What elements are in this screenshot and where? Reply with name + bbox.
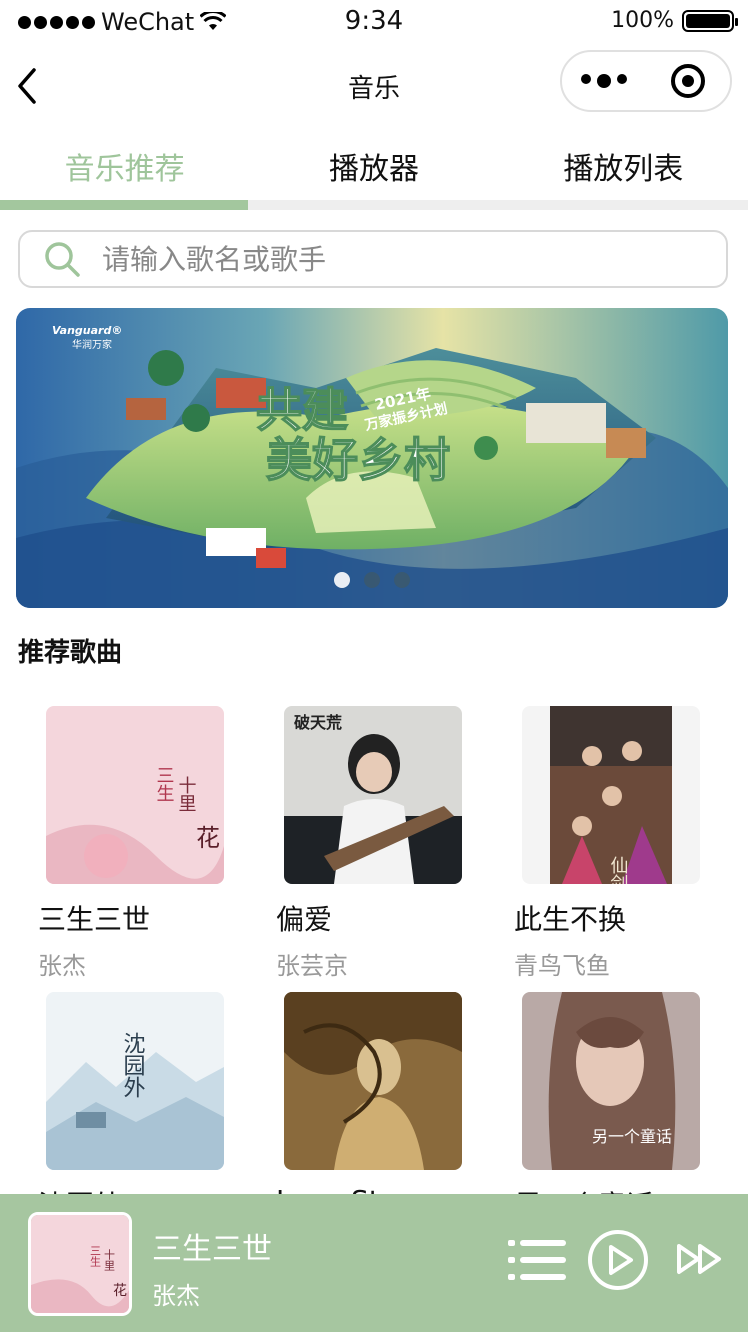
- more-button[interactable]: [562, 74, 646, 88]
- song-card[interactable]: 仙剑 此生不换 青鸟飞鱼: [514, 706, 734, 981]
- carousel-dot-active[interactable]: [334, 572, 350, 588]
- carousel-dots: [334, 572, 410, 588]
- svg-text:花: 花: [196, 824, 220, 852]
- album-cover: 另一个童话: [522, 992, 700, 1170]
- tab-indicator: [0, 200, 248, 210]
- play-button[interactable]: [586, 1228, 650, 1292]
- svg-text:花: 花: [113, 1283, 127, 1299]
- more-dot-icon: [597, 74, 611, 88]
- svg-text:十里: 十里: [103, 1248, 116, 1271]
- more-dot-icon: [617, 74, 627, 84]
- banner-image: Vanguard® 华润万家 2021年 万家振乡计划 共建 美好乡村: [16, 308, 728, 608]
- song-artist: 青鸟飞鱼: [514, 952, 610, 980]
- album-cover: 仙剑: [522, 706, 700, 884]
- svg-text:三生: 三生: [89, 1245, 102, 1267]
- svg-text:三生: 三生: [154, 766, 175, 802]
- album-cover: 破天荒: [284, 706, 462, 884]
- search-input[interactable]: [102, 242, 702, 276]
- banner-logo: Vanguard®: [52, 324, 122, 337]
- more-dot-icon: [581, 74, 591, 84]
- carousel-dot[interactable]: [364, 572, 380, 588]
- song-title: 三生三世: [38, 903, 151, 936]
- song-title: 此生不换: [514, 903, 627, 936]
- svg-text:另一个童话: 另一个童话: [592, 1127, 672, 1146]
- tab-bar: 音乐推荐 播放器 播放列表: [0, 128, 748, 210]
- playlist-button[interactable]: [508, 1238, 568, 1282]
- album-cover: [284, 992, 462, 1170]
- svg-text:仙剑: 仙剑: [608, 856, 629, 884]
- player-song-title: 三生三世: [152, 1232, 272, 1267]
- song-card[interactable]: 三生 十里 花 三生三世 张杰: [38, 706, 258, 981]
- player-artist: 张杰: [152, 1282, 200, 1310]
- close-mini-program-button[interactable]: [646, 63, 730, 99]
- nav-bar: 音乐: [0, 44, 748, 128]
- banner-logo-cn: 华润万家: [72, 338, 112, 351]
- banner-carousel[interactable]: Vanguard® 华润万家 2021年 万家振乡计划 共建 美好乡村: [16, 308, 728, 608]
- banner-headline-1: 共建: [256, 383, 348, 437]
- search-icon: [45, 242, 80, 277]
- status-bar: WeChat 9:34 100%: [0, 0, 748, 44]
- song-artist: 张芸京: [276, 952, 348, 980]
- tab-player[interactable]: 播放器: [249, 128, 498, 210]
- song-title: 偏爱: [276, 903, 333, 936]
- mini-player[interactable]: 三生 十里 花 三生三世 张杰: [0, 1194, 748, 1332]
- tab-recommend[interactable]: 音乐推荐: [0, 128, 249, 210]
- song-artist: 张杰: [38, 952, 86, 980]
- svg-text:十里: 十里: [176, 776, 197, 812]
- album-cover: 沈园外: [46, 992, 224, 1170]
- tab-playlist[interactable]: 播放列表: [499, 128, 748, 210]
- banner-headline-2: 美好乡村: [266, 433, 450, 487]
- svg-text:沈园外: 沈园外: [120, 1032, 146, 1098]
- mini-program-capsule: [560, 50, 732, 112]
- battery-icon: [682, 9, 738, 32]
- carousel-dot[interactable]: [394, 572, 410, 588]
- battery-percent: 100%: [611, 8, 674, 33]
- song-card[interactable]: Love Story: [276, 992, 496, 1225]
- player-album-cover[interactable]: 三生 十里 花: [28, 1212, 132, 1316]
- next-button[interactable]: [676, 1242, 724, 1276]
- target-icon: [671, 64, 705, 98]
- album-cover: 三生 十里 花: [46, 706, 224, 884]
- search-box[interactable]: [18, 230, 728, 288]
- section-title: 推荐歌曲: [18, 638, 123, 668]
- svg-text:破天荒: 破天荒: [294, 713, 342, 732]
- song-card[interactable]: 破天荒 偏爱 张芸京: [276, 706, 496, 981]
